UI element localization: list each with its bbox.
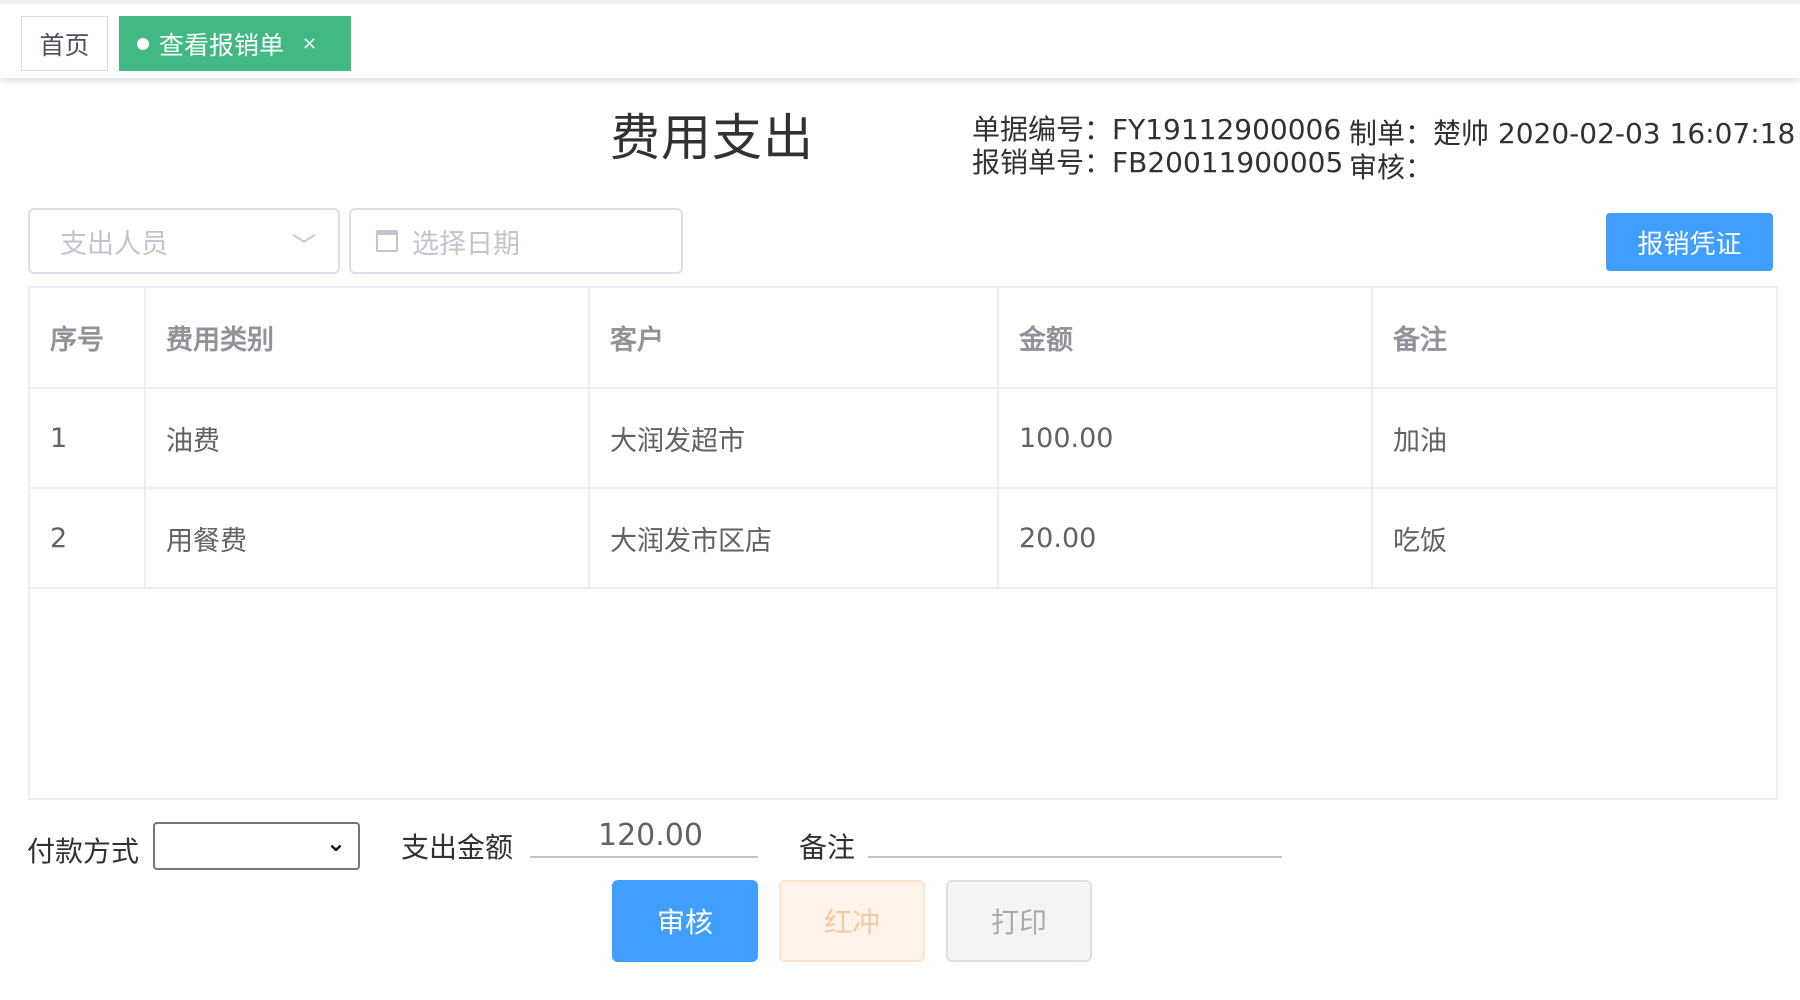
amount-field[interactable]: 120.00 xyxy=(530,818,758,858)
cell-amount: 20.00 xyxy=(998,488,1373,589)
col-customer: 客户 xyxy=(589,288,999,389)
cell-index: 2 xyxy=(30,488,146,589)
chevron-down-icon: ⌄ xyxy=(325,829,346,857)
reimburse-number: 报销单号：FB20011900005 xyxy=(972,146,1344,179)
tab-home[interactable]: 首页 xyxy=(21,16,108,71)
remark-label: 备注 xyxy=(799,831,856,864)
cell-amount: 100.00 xyxy=(998,388,1373,489)
reverse-button[interactable]: 红冲 xyxy=(779,880,925,962)
cell-category: 油费 xyxy=(145,388,590,489)
amount-label: 支出金额 xyxy=(401,831,514,864)
cell-index: 1 xyxy=(30,388,146,489)
active-dot-icon xyxy=(137,37,149,50)
auditor-info: 审核： xyxy=(1349,151,1434,184)
date-picker[interactable]: 选择日期 xyxy=(349,208,683,274)
page-title: 费用支出 xyxy=(610,109,814,167)
tab-view-reimbursement[interactable]: 查看报销单 × xyxy=(119,16,351,71)
table-row[interactable]: 2 用餐费 大润发市区店 20.00 吃饭 xyxy=(30,488,1776,589)
table-header-row: 序号 费用类别 客户 金额 备注 xyxy=(30,288,1776,389)
cell-category: 用餐费 xyxy=(145,488,590,589)
cell-remark: 加油 xyxy=(1372,388,1776,489)
payment-method-select[interactable]: ⌄ xyxy=(153,822,360,870)
col-category: 费用类别 xyxy=(145,288,590,389)
cell-customer: 大润发超市 xyxy=(589,388,999,489)
tab-active-label: 查看报销单 xyxy=(159,30,285,60)
col-index: 序号 xyxy=(30,288,146,389)
remark-field[interactable] xyxy=(868,818,1282,858)
tab-home-label: 首页 xyxy=(39,30,90,60)
col-amount: 金额 xyxy=(998,288,1373,389)
calendar-icon xyxy=(376,230,398,252)
cell-customer: 大润发市区店 xyxy=(589,488,999,589)
audit-button[interactable]: 审核 xyxy=(612,880,758,962)
chevron-down-icon: ﹀ xyxy=(292,232,316,260)
tab-bar: 首页 查看报销单 × xyxy=(0,0,1800,78)
expense-person-select[interactable]: 支出人员 ﹀ xyxy=(28,208,340,274)
close-icon[interactable]: × xyxy=(302,33,317,54)
col-remark: 备注 xyxy=(1372,288,1776,389)
expense-person-placeholder: 支出人员 xyxy=(60,228,168,260)
table-row[interactable]: 1 油费 大润发超市 100.00 加油 xyxy=(30,388,1776,489)
payment-method-label: 付款方式 xyxy=(27,835,140,868)
expense-table: 序号 费用类别 客户 金额 备注 1 油费 大润发超市 100.00 加油 2 … xyxy=(28,286,1778,800)
date-placeholder: 选择日期 xyxy=(412,228,520,260)
cell-remark: 吃饭 xyxy=(1372,488,1776,589)
print-button[interactable]: 打印 xyxy=(946,880,1092,962)
voucher-button[interactable]: 报销凭证 xyxy=(1606,213,1773,271)
